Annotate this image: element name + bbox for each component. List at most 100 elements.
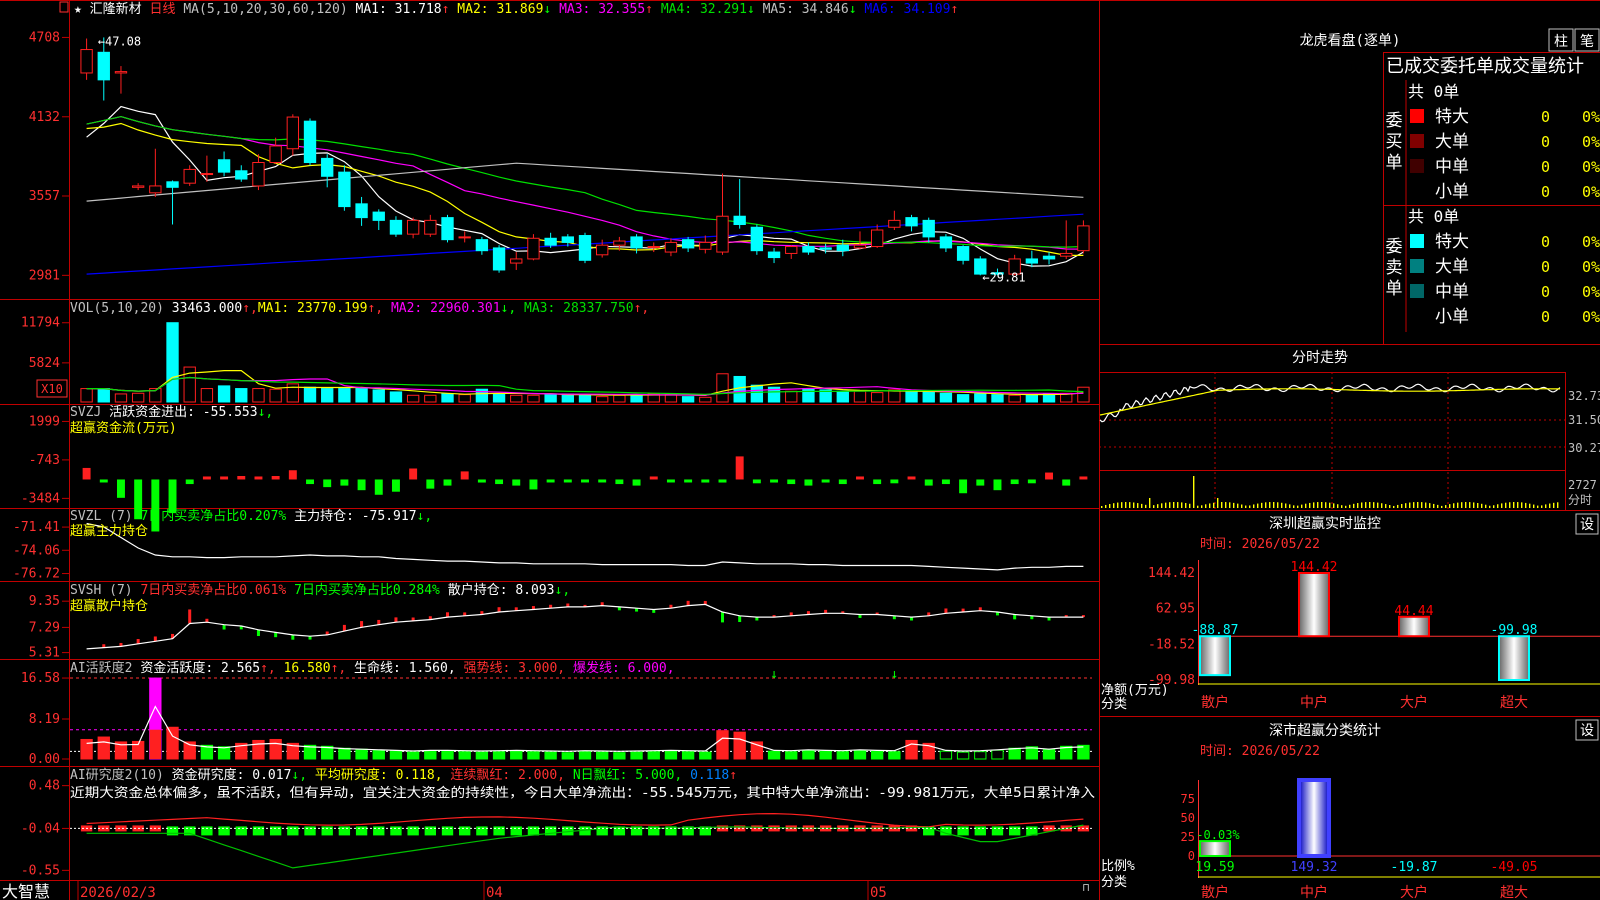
research-bar[interactable] — [235, 826, 247, 836]
candle[interactable] — [166, 180, 179, 225]
research-bar[interactable] — [974, 826, 986, 836]
svzj-bar[interactable] — [116, 479, 125, 498]
volume-bar[interactable] — [389, 391, 403, 403]
candle[interactable] — [1042, 252, 1056, 265]
svzj-bar[interactable] — [770, 479, 779, 483]
candle[interactable] — [183, 165, 196, 186]
research-bar[interactable] — [338, 826, 351, 836]
candle[interactable] — [475, 236, 489, 255]
volume-bar[interactable] — [922, 391, 935, 403]
volume-bar[interactable] — [217, 385, 231, 403]
candle[interactable] — [716, 173, 729, 255]
volume-bar[interactable] — [596, 396, 609, 403]
candle[interactable] — [235, 165, 248, 182]
volume-bar[interactable] — [166, 322, 179, 403]
ai-active-panel[interactable]: 16.588.190.00↓ ↓AI活跃度2 资金活跃度: 2.565↑, 16.… — [21, 660, 1092, 767]
volume-bar[interactable] — [544, 394, 557, 403]
svzj-bar[interactable] — [306, 479, 314, 485]
candle[interactable] — [750, 224, 764, 255]
ai-active-bar[interactable] — [767, 750, 781, 760]
candle[interactable] — [733, 179, 746, 229]
volume-bar[interactable] — [458, 394, 471, 403]
volume-bar[interactable] — [750, 384, 764, 403]
ai-active-bar[interactable] — [441, 750, 454, 760]
volume-bar[interactable] — [716, 373, 729, 403]
svzj-bar[interactable] — [959, 479, 968, 494]
ai-active-bar[interactable] — [699, 751, 712, 760]
volume-bar[interactable] — [131, 392, 145, 403]
ai-active-bar[interactable] — [956, 751, 970, 760]
ai-active-bar[interactable] — [785, 751, 798, 760]
candle[interactable] — [252, 154, 265, 191]
ai-active-bar[interactable] — [527, 751, 540, 760]
candle[interactable] — [956, 245, 970, 265]
candle[interactable] — [905, 214, 918, 232]
volume-bar[interactable] — [870, 392, 884, 403]
ai-active-bar[interactable] — [630, 751, 643, 760]
candle[interactable] — [664, 238, 678, 257]
ai-active-bar[interactable] — [819, 750, 832, 760]
ai-active-bar[interactable] — [888, 751, 901, 760]
volume-bar[interactable] — [664, 394, 678, 403]
ai-active-bar[interactable] — [389, 750, 403, 760]
candle[interactable] — [1060, 220, 1073, 259]
svzj-bar[interactable] — [976, 479, 985, 486]
svzj-bar[interactable] — [993, 479, 1002, 491]
research-bar[interactable] — [407, 826, 419, 836]
ai-active-bar[interactable] — [681, 751, 695, 760]
volume-bar[interactable] — [235, 388, 248, 403]
volume-bar[interactable] — [80, 388, 93, 403]
svzj-bar[interactable] — [890, 479, 899, 484]
svzj-bar[interactable] — [529, 479, 538, 490]
research-bar[interactable] — [1008, 826, 1021, 836]
volume-bar[interactable] — [424, 394, 437, 403]
kline-panel[interactable]: 4708 4132 3557 2981 ←47.08 ←29.81 ★ 汇隆新材 日线 MA… — [29, 1, 1090, 284]
svzj-bar[interactable] — [254, 476, 263, 480]
ai-active-bar[interactable] — [939, 750, 953, 760]
svzj-bar[interactable] — [666, 479, 675, 483]
research-bar[interactable] — [441, 826, 454, 836]
svzj-bar[interactable] — [426, 479, 435, 489]
sz-bar[interactable] — [1199, 635, 1231, 677]
ai-active-bar[interactable] — [492, 751, 506, 760]
svzj-bar[interactable] — [357, 479, 366, 491]
svzj-bar[interactable] — [735, 456, 744, 480]
ai-active-bar[interactable] — [217, 746, 231, 760]
volume-bar[interactable] — [269, 388, 282, 403]
ai-active-bar[interactable] — [853, 749, 867, 760]
candle[interactable] — [699, 235, 712, 254]
volume-bar[interactable] — [303, 386, 317, 403]
volume-bar[interactable] — [681, 396, 695, 403]
candle[interactable] — [767, 247, 781, 264]
svzj-bar[interactable] — [598, 479, 607, 483]
ai-active-bar[interactable] — [991, 749, 1004, 760]
ai-active-bar[interactable] — [166, 726, 179, 760]
volume-bar[interactable] — [578, 394, 592, 403]
volume-bar[interactable] — [492, 393, 506, 403]
volume-bar[interactable] — [1008, 394, 1021, 403]
svzj-bar[interactable] — [718, 479, 727, 483]
svzj-bar[interactable] — [340, 479, 349, 486]
research-bar[interactable] — [459, 826, 471, 836]
candle[interactable] — [630, 234, 643, 254]
svzj-bar[interactable] — [271, 476, 280, 480]
sz-bar[interactable] — [1398, 615, 1430, 638]
svzj-bar[interactable] — [581, 479, 589, 483]
volume-bar[interactable] — [974, 393, 987, 403]
ai-active-bar[interactable] — [80, 738, 93, 760]
svsh-panel[interactable]: 9.35 7.29 5.31 SVSH (7) 7日内买卖净占比0.061% 7日内买… — [29, 582, 1085, 661]
research-bar[interactable] — [510, 826, 522, 836]
svzj-bar[interactable] — [856, 476, 864, 480]
svzj-bar[interactable] — [409, 468, 418, 480]
cls-bar[interactable] — [1297, 778, 1331, 858]
svzj-bar[interactable] — [323, 479, 332, 488]
volume-bar[interactable] — [836, 390, 849, 403]
candle[interactable] — [355, 196, 368, 226]
research-bar[interactable] — [373, 826, 385, 836]
svzj-bar[interactable] — [202, 476, 211, 480]
volume-bar[interactable] — [853, 390, 867, 403]
volume-bar[interactable] — [321, 388, 334, 403]
volume-bar[interactable] — [630, 394, 643, 403]
ai-active-bar[interactable] — [458, 751, 471, 760]
volume-bar[interactable] — [1077, 386, 1090, 403]
